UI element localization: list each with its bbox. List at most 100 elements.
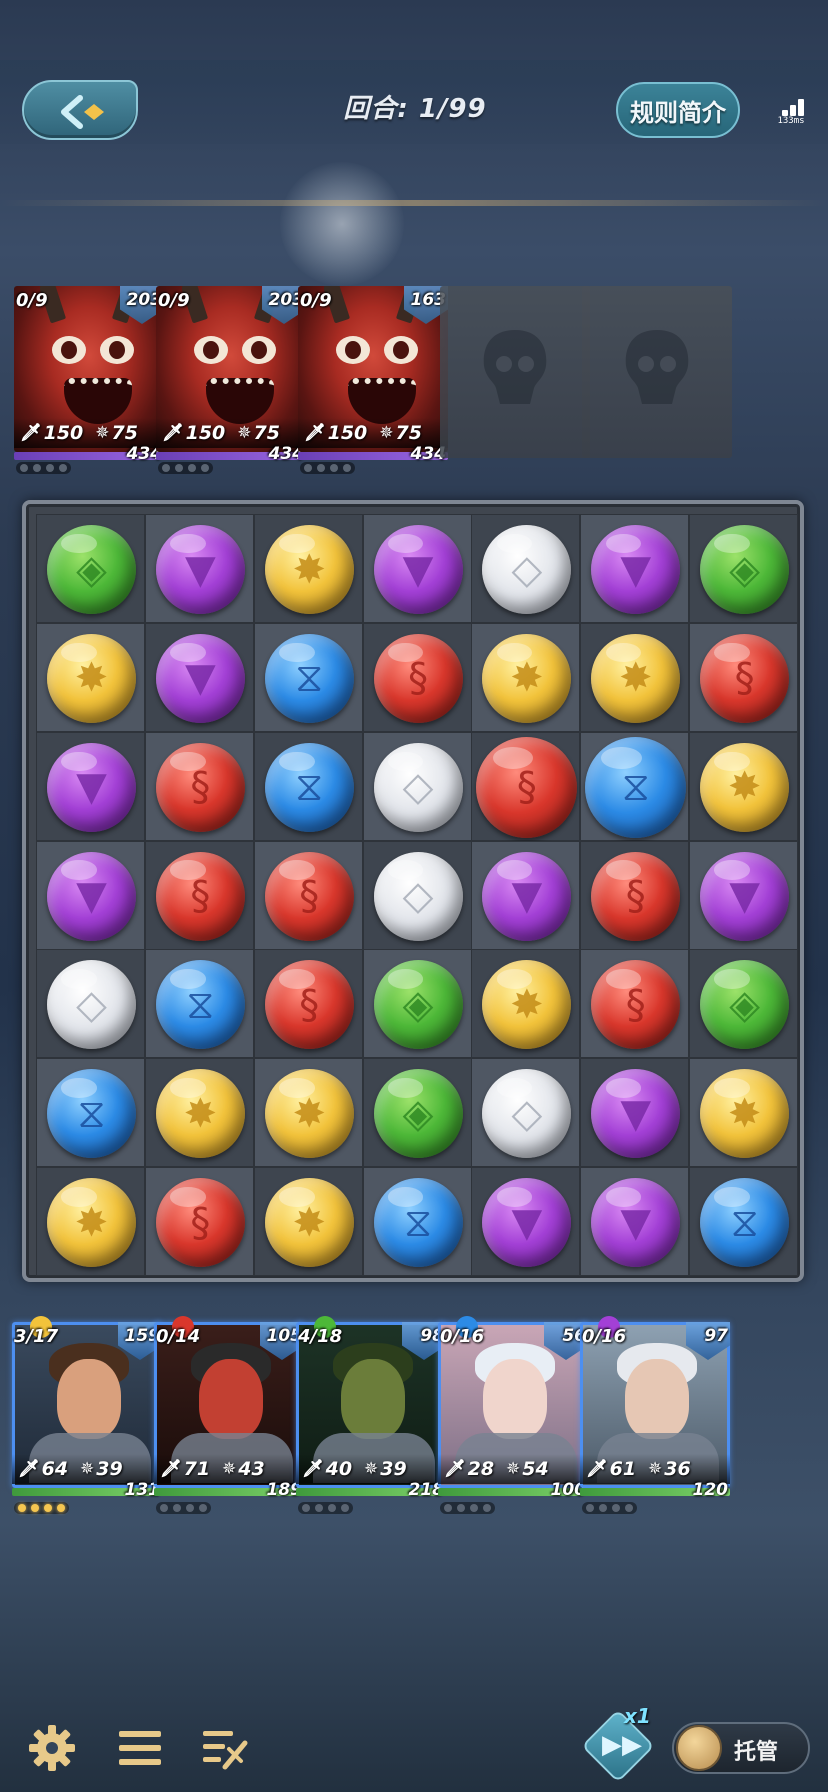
hero-card[interactable]: 3/17 159 🗡 64 ✵ 39 131 (12, 1316, 162, 1514)
board-cell[interactable]: ◈ (36, 514, 145, 623)
yellow-orb[interactable]: ✸ (700, 1069, 790, 1159)
purple-orb[interactable]: ▼ (373, 525, 463, 614)
board-cell[interactable]: § (689, 622, 799, 732)
hero-card[interactable]: 4/18 98 🗡 40 ✵ 39 218 (296, 1316, 446, 1514)
rules-button[interactable]: 规则简介 (616, 82, 740, 138)
board-cell[interactable]: ✸ (471, 949, 581, 1059)
yellow-orb[interactable]: ✸ (155, 1069, 245, 1159)
enemy-card[interactable]: 0/9 203 🗡 150 ✵ 75 434 (156, 286, 306, 474)
purple-orb[interactable]: ▼ (47, 742, 136, 832)
green-orb[interactable]: ◈ (700, 525, 790, 614)
red-orb[interactable]: § (591, 960, 681, 1050)
board-cell[interactable]: § (253, 840, 363, 950)
yellow-orb[interactable]: ✸ (264, 525, 354, 614)
white-orb[interactable]: ◇ (482, 525, 572, 614)
board-cell[interactable]: ⧖ (253, 731, 363, 841)
green-orb[interactable]: ◈ (47, 525, 136, 614)
board-cell[interactable]: § (253, 949, 363, 1059)
blue-orb[interactable]: ⧖ (264, 633, 354, 723)
board-cell[interactable]: ▼ (144, 514, 254, 623)
board-cell[interactable]: ✸ (253, 1058, 363, 1168)
yellow-orb[interactable]: ✸ (264, 1178, 354, 1268)
red-orb[interactable]: § (476, 736, 578, 838)
hero-card[interactable]: 0/16 97 🗡 61 ✵ 36 120 (580, 1316, 730, 1514)
purple-orb[interactable]: ▼ (482, 851, 572, 941)
white-orb[interactable]: ◇ (47, 960, 136, 1050)
board-cell[interactable]: ⧖ (144, 949, 254, 1059)
board-cell[interactable]: ▼ (471, 1167, 581, 1277)
board-cell[interactable]: ✸ (471, 622, 581, 732)
blue-orb[interactable]: ⧖ (373, 1178, 463, 1268)
board-cell[interactable]: ◈ (689, 949, 799, 1059)
board-cell[interactable]: ⧖ (36, 1058, 145, 1168)
board-cell[interactable]: ◇ (362, 840, 472, 950)
board-cell[interactable]: ⧖ (689, 1167, 799, 1277)
back-button[interactable] (22, 80, 138, 140)
board-cell[interactable]: ⧖ (362, 1167, 472, 1277)
hero-card[interactable]: 0/16 56 🗡 28 ✵ 54 100 (438, 1316, 588, 1514)
purple-orb[interactable]: ▼ (155, 633, 245, 723)
red-orb[interactable]: § (700, 633, 790, 723)
board-cell[interactable]: ✸ (689, 1058, 799, 1168)
board-cell[interactable]: ◇ (362, 731, 472, 841)
yellow-orb[interactable]: ✸ (264, 1069, 354, 1159)
blue-orb[interactable]: ⧖ (700, 1178, 790, 1268)
board-cell[interactable]: ✸ (144, 1058, 254, 1168)
board-cell[interactable]: ▼ (362, 514, 472, 623)
red-orb[interactable]: § (155, 742, 245, 832)
board-cell[interactable]: ◇ (36, 949, 145, 1059)
board-cell[interactable]: § (144, 1167, 254, 1277)
auto-battle-toggle[interactable]: 托管 (672, 1722, 810, 1774)
yellow-orb[interactable]: ✸ (700, 742, 790, 832)
yellow-orb[interactable]: ✸ (591, 633, 681, 723)
board-cell[interactable]: ✸ (36, 1167, 145, 1277)
speed-button[interactable]: ▶▶ x1 (581, 1704, 655, 1783)
board-cell[interactable]: § (580, 949, 690, 1059)
board-cell[interactable]: § (144, 840, 254, 950)
battle-log-button[interactable] (196, 1720, 252, 1776)
white-orb[interactable]: ◇ (373, 851, 463, 941)
green-orb[interactable]: ◈ (373, 960, 463, 1050)
enemy-card[interactable]: 0/9 203 🗡 150 ✵ 75 434 (14, 286, 164, 474)
board-cell[interactable]: § (580, 840, 690, 950)
board-cell[interactable]: ✸ (580, 622, 690, 732)
board-cell[interactable]: § (471, 731, 581, 841)
yellow-orb[interactable]: ✸ (482, 633, 572, 723)
board-cell[interactable]: § (144, 731, 254, 841)
red-orb[interactable]: § (264, 851, 354, 941)
red-orb[interactable]: § (264, 960, 354, 1050)
red-orb[interactable]: § (591, 851, 681, 941)
red-orb[interactable]: § (373, 633, 463, 723)
board-cell[interactable]: ▼ (689, 840, 799, 950)
blue-orb[interactable]: ⧖ (585, 736, 687, 838)
enemy-card[interactable]: 0/9 163 🗡 150 ✵ 75 434 (298, 286, 448, 474)
purple-orb[interactable]: ▼ (47, 851, 136, 941)
board-cell[interactable]: ✸ (253, 1167, 363, 1277)
purple-orb[interactable]: ▼ (591, 1178, 681, 1268)
purple-orb[interactable]: ▼ (591, 1069, 681, 1159)
purple-orb[interactable]: ▼ (482, 1178, 572, 1268)
green-orb[interactable]: ◈ (373, 1069, 463, 1159)
white-orb[interactable]: ◇ (373, 742, 463, 832)
board-cell[interactable]: ◈ (362, 949, 472, 1059)
settings-button[interactable] (24, 1720, 80, 1776)
yellow-orb[interactable]: ✸ (47, 633, 136, 723)
blue-orb[interactable]: ⧖ (47, 1069, 136, 1159)
purple-orb[interactable]: ▼ (591, 525, 681, 614)
board-cell[interactable]: ▼ (36, 840, 145, 950)
red-orb[interactable]: § (155, 851, 245, 941)
board-cell[interactable]: ◇ (471, 514, 581, 623)
yellow-orb[interactable]: ✸ (47, 1178, 136, 1268)
purple-orb[interactable]: ▼ (700, 851, 790, 941)
board-cell[interactable]: ▼ (471, 840, 581, 950)
board-cell[interactable]: ▼ (580, 1058, 690, 1168)
board-cell[interactable]: ◈ (689, 514, 799, 623)
board-cell[interactable]: ▼ (36, 731, 145, 841)
red-orb[interactable]: § (155, 1178, 245, 1268)
purple-orb[interactable]: ▼ (155, 525, 245, 614)
board-cell[interactable]: ▼ (580, 1167, 690, 1277)
board-cell[interactable]: ⧖ (253, 622, 363, 732)
board-cell[interactable]: ✸ (689, 731, 799, 841)
board-cell[interactable]: ✸ (36, 622, 145, 732)
hero-card[interactable]: 0/14 105 🗡 71 ✵ 43 189 (154, 1316, 304, 1514)
